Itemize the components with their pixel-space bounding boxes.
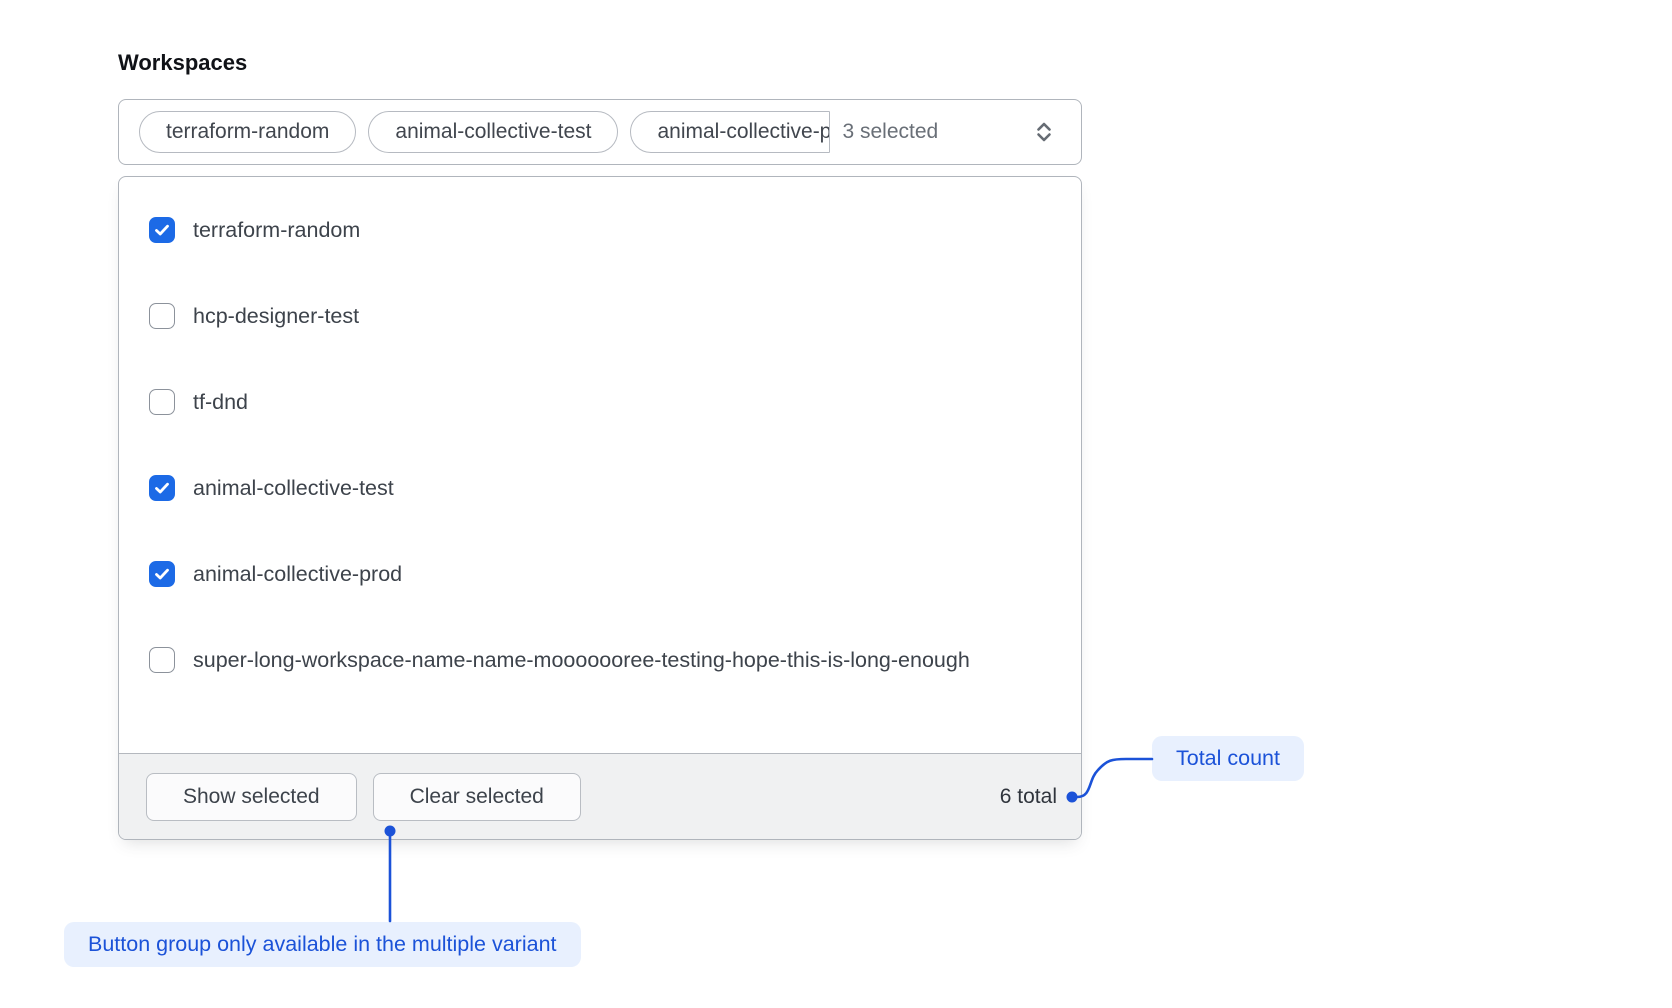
listbox-option[interactable]: tf-dnd <box>119 359 1081 445</box>
total-count-text: 6 total <box>1000 785 1057 809</box>
option-label: terraform-random <box>193 211 360 249</box>
multiselect-trigger[interactable]: terraform-random animal-collective-test an… <box>118 99 1082 165</box>
listbox-option[interactable]: super-long-workspace-name-name-moooooore… <box>119 617 1081 703</box>
show-selected-button[interactable]: Show selected <box>146 773 357 821</box>
checkbox[interactable] <box>149 217 175 243</box>
listbox-options: terraform-random hcp-designer-test tf-dn… <box>119 177 1081 753</box>
listbox-option[interactable]: animal-collective-test <box>119 445 1081 531</box>
check-icon <box>153 565 171 583</box>
checkbox[interactable] <box>149 389 175 415</box>
screenshot-canvas: Workspaces terraform-random animal-collec… <box>0 0 1672 1008</box>
check-icon <box>153 479 171 497</box>
listbox-option[interactable]: hcp-designer-test <box>119 273 1081 359</box>
selected-tag: animal-collective-test <box>368 111 618 153</box>
clear-selected-button[interactable]: Clear selected <box>373 773 581 821</box>
checkbox[interactable] <box>149 303 175 329</box>
listbox-dropdown: terraform-random hcp-designer-test tf-dn… <box>118 176 1082 840</box>
selected-count: 3 selected <box>842 120 938 144</box>
listbox-footer: Show selected Clear selected 6 total <box>119 753 1081 839</box>
checkbox[interactable] <box>149 475 175 501</box>
selected-tags: terraform-random animal-collective-test an… <box>139 111 830 153</box>
chevrons-up-down-icon <box>1031 119 1057 145</box>
option-label: tf-dnd <box>193 383 248 421</box>
selected-tag: terraform-random <box>139 111 356 153</box>
annotation-total-count: Total count <box>1152 736 1304 781</box>
check-icon <box>153 221 171 239</box>
checkbox[interactable] <box>149 647 175 673</box>
checkbox[interactable] <box>149 561 175 587</box>
field-label: Workspaces <box>118 50 247 76</box>
option-label: hcp-designer-test <box>193 297 359 335</box>
annotation-button-group: Button group only available in the multi… <box>64 922 581 967</box>
listbox-option[interactable]: terraform-random <box>119 187 1081 273</box>
listbox-option[interactable]: animal-collective-prod <box>119 531 1081 617</box>
option-label: animal-collective-test <box>193 469 394 507</box>
option-label: animal-collective-prod <box>193 555 402 593</box>
option-label: super-long-workspace-name-name-moooooore… <box>193 641 970 679</box>
selected-tag: animal-collective-prod <box>630 111 830 153</box>
